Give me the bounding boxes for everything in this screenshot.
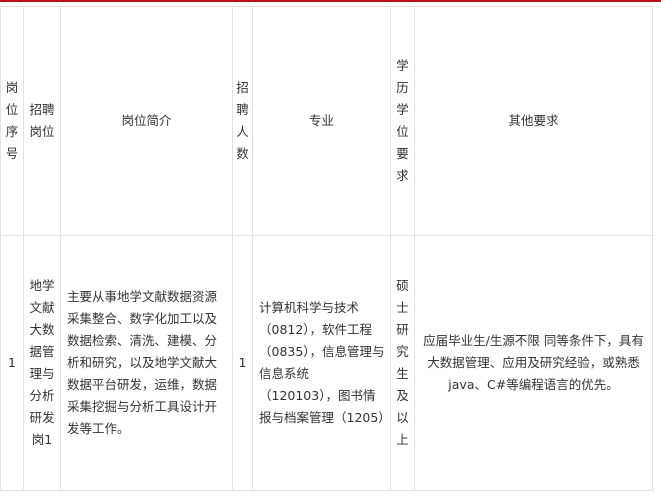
recruitment-table: 岗位序号 招聘岗位 岗位简介 招聘人数 专业 学历学位要求 其他要求 1 地学文… [0, 6, 653, 491]
cell-count: 1 [232, 235, 253, 491]
cell-other: 应届毕业生/生源不限 同等条件下，具有大数据管理、应用及研究经验，或熟悉java… [414, 235, 653, 491]
header-other: 其他要求 [414, 6, 653, 236]
header-count: 招聘人数 [232, 6, 253, 236]
cell-intro: 主要从事地学文献数据资源采集整合、数字化加工以及数据检索、清洗、建模、分析和研究… [60, 235, 233, 491]
header-post: 招聘岗位 [23, 6, 61, 236]
cell-major: 计算机科学与技术（0812），软件工程（0835），信息管理与信息系统（1201… [252, 235, 391, 491]
table-header-row: 岗位序号 招聘岗位 岗位简介 招聘人数 专业 学历学位要求 其他要求 [0, 6, 653, 236]
cell-seq: 1 [0, 235, 24, 491]
cell-post: 地学文献大数据管理与分析研发岗1 [23, 235, 61, 491]
header-major: 专业 [252, 6, 391, 236]
header-seq: 岗位序号 [0, 6, 24, 236]
header-intro: 岗位简介 [60, 6, 233, 236]
top-accent-line [0, 0, 661, 2]
cell-edu: 硕士研究生及以上 [390, 235, 415, 491]
table-row: 1 地学文献大数据管理与分析研发岗1 主要从事地学文献数据资源采集整合、数字化加… [0, 235, 653, 491]
header-edu: 学历学位要求 [390, 6, 415, 236]
